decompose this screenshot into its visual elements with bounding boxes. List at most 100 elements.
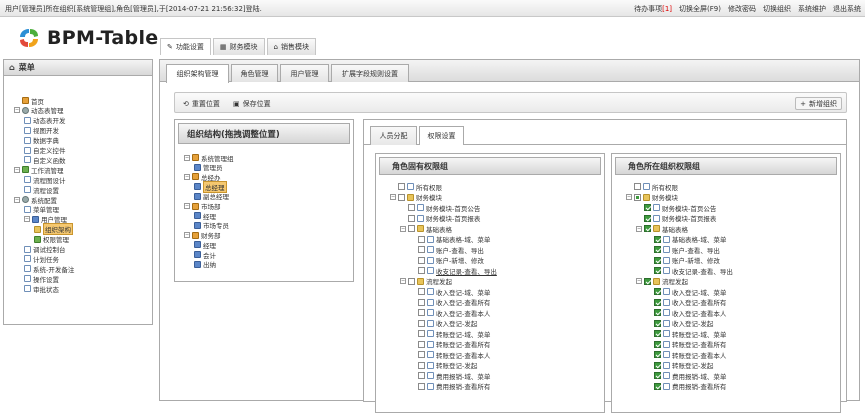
org-tree-node[interactable]: − 系统管理组: [184, 153, 234, 163]
tab-extended-field-rules[interactable]: 扩展字段规则设置: [331, 64, 409, 82]
permission-checkbox[interactable]: [654, 298, 661, 306]
collapse-toggle-icon[interactable]: −: [184, 232, 190, 239]
collapse-toggle-icon[interactable]: −: [184, 173, 190, 180]
collapse-toggle-icon[interactable]: −: [14, 107, 20, 114]
tab-role-management[interactable]: 角色管理: [231, 64, 278, 82]
permission-checkbox[interactable]: [418, 319, 425, 327]
sidebar-item[interactable]: 自定义函数: [24, 155, 66, 165]
permission-checkbox[interactable]: [654, 309, 661, 316]
system-maintenance-link[interactable]: 系统维护: [798, 4, 826, 14]
permission-checkbox[interactable]: [418, 382, 425, 390]
permission-checkbox[interactable]: [418, 309, 425, 316]
permission-checkbox[interactable]: [644, 214, 651, 222]
permission-checkbox[interactable]: [408, 204, 415, 211]
org-tree-node[interactable]: 经理: [194, 240, 216, 250]
sidebar-item[interactable]: − 动态表管理: [14, 106, 64, 115]
collapse-toggle-icon[interactable]: −: [14, 196, 20, 203]
permission-checkbox[interactable]: [654, 372, 661, 379]
sidebar-item[interactable]: 权限管理: [34, 235, 69, 244]
permission-checkbox[interactable]: [634, 193, 641, 201]
collapse-toggle-icon[interactable]: −: [400, 225, 406, 232]
todo-link[interactable]: 待办事项[1]: [634, 4, 672, 14]
module-tab-finance[interactable]: ▦ 财务模块: [212, 38, 265, 55]
sidebar-item[interactable]: 数据字典: [24, 136, 59, 145]
sidebar-item[interactable]: 视图开发: [24, 126, 59, 135]
permission-checkbox[interactable]: [418, 267, 425, 274]
switch-org-link[interactable]: 切换组织: [763, 4, 791, 14]
permission-checkbox[interactable]: [398, 183, 405, 190]
sidebar-item[interactable]: 流程图设计: [24, 175, 66, 185]
sidebar-item[interactable]: 调试控制台: [24, 245, 66, 254]
permission-checkbox[interactable]: [418, 351, 425, 358]
sidebar-item[interactable]: 流程设置: [24, 185, 59, 195]
permission-checkbox[interactable]: [654, 361, 661, 369]
collapse-toggle-icon[interactable]: −: [184, 154, 190, 161]
permission-checkbox[interactable]: [408, 225, 415, 232]
permission-checkbox[interactable]: [634, 183, 641, 190]
collapse-toggle-icon[interactable]: −: [14, 166, 20, 173]
permission-checkbox[interactable]: [418, 298, 425, 306]
permission-checkbox[interactable]: [418, 235, 425, 243]
org-tree-node[interactable]: − 财务部: [184, 231, 221, 240]
permission-checkbox[interactable]: [398, 193, 405, 201]
permission-checkbox[interactable]: [644, 204, 651, 211]
permission-checkbox[interactable]: [418, 372, 425, 379]
org-tree-node[interactable]: 市场专员: [194, 221, 229, 230]
permission-checkbox[interactable]: [654, 288, 661, 295]
collapse-toggle-icon[interactable]: −: [184, 203, 190, 209]
org-tree-node[interactable]: 副总经理: [194, 192, 229, 201]
permission-checkbox[interactable]: [418, 256, 425, 264]
permission-checkbox[interactable]: [654, 330, 661, 337]
tab-org-management[interactable]: 组织架构管理: [166, 64, 229, 83]
sidebar-item[interactable]: − 工作流管理: [14, 165, 64, 175]
tab-user-management[interactable]: 用户管理: [280, 64, 329, 82]
permission-checkbox[interactable]: [654, 340, 661, 348]
permission-checkbox[interactable]: [644, 225, 651, 232]
fullscreen-link[interactable]: 切换全屏(F9): [679, 4, 721, 14]
permission-checkbox[interactable]: [654, 246, 661, 253]
org-tree-node[interactable]: 经理: [194, 211, 216, 221]
collapse-toggle-icon[interactable]: −: [24, 216, 30, 223]
sidebar-item[interactable]: 动态表开发: [24, 116, 66, 125]
sidebar-item[interactable]: 菜单管理: [24, 205, 59, 214]
permission-checkbox[interactable]: [418, 340, 425, 348]
permission-checkbox[interactable]: [654, 319, 661, 327]
sidebar-item[interactable]: 自定义控件: [24, 146, 66, 155]
sidebar-item[interactable]: 组织架构: [34, 223, 73, 236]
collapse-toggle-icon[interactable]: −: [390, 194, 396, 200]
logout-link[interactable]: 退出系统: [833, 4, 861, 14]
permission-checkbox[interactable]: [418, 246, 425, 253]
tab-permission-settings[interactable]: 权限设置: [419, 126, 464, 145]
collapse-toggle-icon[interactable]: −: [626, 194, 632, 200]
org-tree-node[interactable]: 会计: [194, 250, 216, 260]
permission-checkbox[interactable]: [654, 256, 661, 264]
sidebar-item[interactable]: − 系统配置: [14, 195, 57, 205]
sidebar-item[interactable]: 操作设置: [24, 274, 59, 284]
permission-checkbox[interactable]: [408, 214, 415, 222]
permission-checkbox[interactable]: [408, 277, 415, 285]
collapse-toggle-icon[interactable]: −: [636, 225, 642, 232]
sidebar-item[interactable]: 系统-开发备注: [24, 264, 74, 274]
permission-checkbox[interactable]: [418, 288, 425, 295]
permission-checkbox[interactable]: [654, 382, 661, 390]
change-password-link[interactable]: 修改密码: [728, 4, 756, 14]
permission-checkbox[interactable]: [654, 267, 661, 274]
module-tab-function[interactable]: ✎ 功能设置: [160, 38, 211, 55]
module-tab-sales[interactable]: ⌂ 销售模块: [266, 38, 316, 55]
org-tree-node[interactable]: 管理员: [194, 163, 223, 172]
permission-checkbox[interactable]: [644, 277, 651, 285]
tab-staff-assignment[interactable]: 人员分配: [370, 126, 417, 145]
save-position-button[interactable]: ▣ 保存位置: [229, 97, 275, 110]
collapse-toggle-icon[interactable]: −: [400, 278, 406, 284]
sidebar-item[interactable]: 审批状态: [24, 284, 59, 294]
reset-position-button[interactable]: ⟲ 重置位置: [179, 97, 224, 110]
add-org-button[interactable]: + 新增组织: [795, 97, 842, 110]
sidebar-item[interactable]: 计划任务: [24, 254, 59, 264]
org-tree-node[interactable]: 出纳: [194, 260, 216, 269]
permission-checkbox[interactable]: [654, 235, 661, 243]
permission-checkbox[interactable]: [418, 361, 425, 369]
sidebar-item[interactable]: 首页: [14, 96, 44, 106]
collapse-toggle-icon[interactable]: −: [636, 278, 642, 284]
org-tree-node[interactable]: − 市场部: [184, 202, 221, 211]
org-tree-node[interactable]: 总经理: [194, 180, 227, 193]
